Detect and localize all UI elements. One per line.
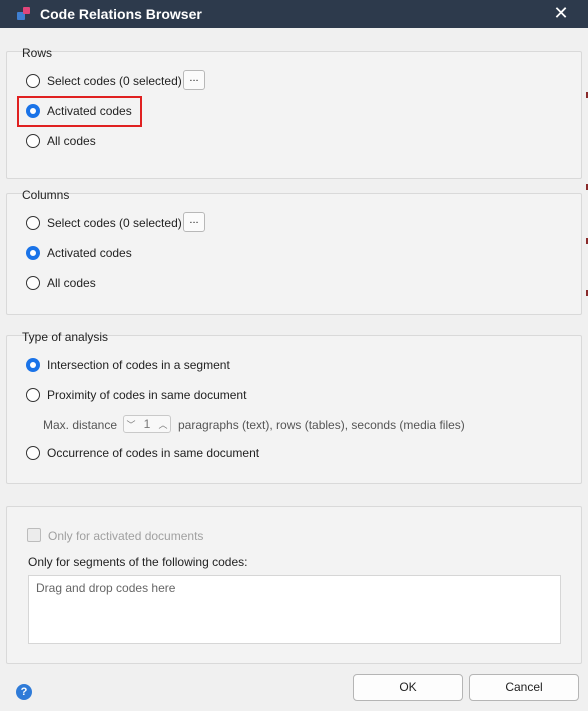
columns-select-codes-button[interactable]: ... — [183, 212, 205, 232]
dropzone-placeholder: Drag and drop codes here — [36, 581, 176, 595]
distance-units-label: paragraphs (text), rows (tables), second… — [178, 418, 465, 432]
rows-activated-codes-label: Activated codes — [47, 104, 132, 118]
chevron-down-icon[interactable]: ﹀ — [124, 418, 138, 431]
activated-documents-label: Only for activated documents — [48, 529, 204, 543]
codes-dropzone[interactable]: Drag and drop codes here — [28, 575, 561, 644]
columns-all-codes-radio[interactable]: All codes — [26, 274, 96, 292]
max-distance-value: 1 — [143, 417, 151, 431]
rows-all-codes-radio[interactable]: All codes — [26, 132, 96, 150]
radio-icon — [26, 276, 40, 290]
radio-icon — [26, 446, 40, 460]
intersection-radio[interactable]: Intersection of codes in a segment — [26, 356, 230, 374]
max-distance-spinner[interactable]: ﹀ 1 ︿ — [123, 415, 171, 433]
occurrence-label: Occurrence of codes in same document — [47, 446, 260, 460]
max-distance-label: Max. distance — [43, 418, 118, 432]
activated-documents-checkbox[interactable] — [27, 528, 41, 542]
analysis-group-label: Type of analysis — [22, 330, 109, 344]
rows-select-codes-button[interactable]: ... — [183, 70, 205, 90]
intersection-label: Intersection of codes in a segment — [47, 358, 230, 372]
columns-select-codes-radio[interactable]: Select codes (0 selected) — [26, 214, 182, 232]
radio-icon — [26, 216, 40, 230]
columns-select-codes-label: Select codes (0 selected) — [47, 216, 182, 230]
radio-icon — [26, 74, 40, 88]
columns-activated-codes-radio[interactable]: Activated codes — [26, 244, 132, 262]
help-icon[interactable]: ? — [16, 684, 32, 700]
ok-button[interactable]: OK — [353, 674, 463, 701]
rows-select-codes-radio[interactable]: Select codes (0 selected) — [26, 72, 182, 90]
cancel-button[interactable]: Cancel — [469, 674, 579, 701]
columns-group-label: Columns — [22, 188, 70, 202]
proximity-label: Proximity of codes in same document — [47, 388, 247, 402]
window-title: Code Relations Browser — [40, 6, 202, 22]
radio-checked-icon — [26, 246, 40, 260]
rows-select-codes-label: Select codes (0 selected) — [47, 74, 182, 88]
radio-checked-icon — [26, 104, 40, 118]
title-bar: Code Relations Browser ✕ — [0, 0, 588, 28]
occurrence-radio[interactable]: Occurrence of codes in same document — [26, 444, 259, 462]
chevron-up-icon[interactable]: ︿ — [156, 418, 170, 431]
app-icon — [17, 6, 33, 22]
rows-activated-codes-radio[interactable]: Activated codes — [26, 102, 132, 120]
radio-icon — [26, 134, 40, 148]
rows-all-codes-label: All codes — [47, 134, 96, 148]
radio-checked-icon — [26, 358, 40, 372]
columns-all-codes-label: All codes — [47, 276, 96, 290]
segments-label: Only for segments of the following codes… — [28, 555, 248, 569]
proximity-radio[interactable]: Proximity of codes in same document — [26, 386, 246, 404]
rows-group-label: Rows — [22, 46, 53, 60]
columns-activated-codes-label: Activated codes — [47, 246, 132, 260]
radio-icon — [26, 388, 40, 402]
close-icon[interactable]: ✕ — [552, 4, 570, 22]
